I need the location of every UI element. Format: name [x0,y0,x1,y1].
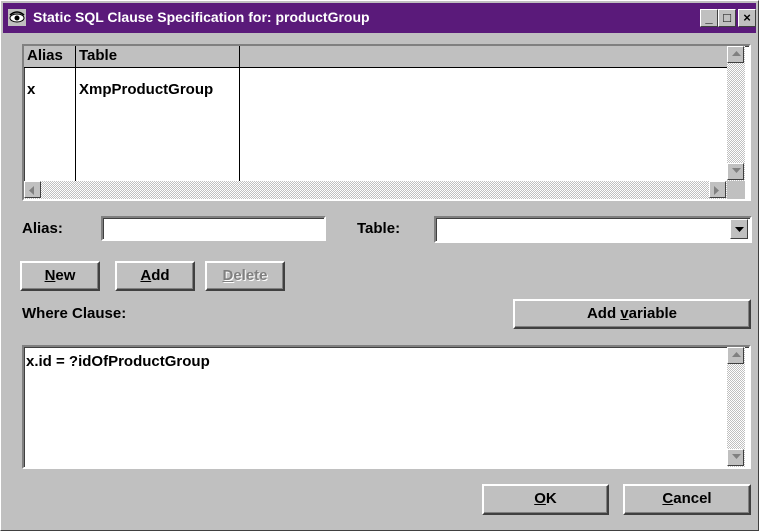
scroll-right-icon[interactable] [709,181,726,198]
table-combobox[interactable] [434,216,752,243]
add-variable-button[interactable]: Add variable [513,299,751,329]
horizontal-scrollbar[interactable] [24,181,727,199]
dialog-window: Static SQL Clause Specification for: pro… [0,0,759,531]
cancel-button[interactable]: Cancel [623,484,751,515]
table-label: Table: [357,220,401,237]
delete-button-accesskey: D [222,267,234,284]
new-button-label-post: ew [55,267,76,284]
alias-table-grid[interactable]: Alias Table x XmpProductGroup [22,44,751,201]
add-variable-label-post: ariable [628,305,678,322]
scroll-up-icon[interactable] [727,46,744,63]
add-variable-label-pre: Add [586,305,621,322]
table-row-alias[interactable]: x [27,81,35,98]
title-bar[interactable]: Static SQL Clause Specification for: pro… [3,3,756,33]
scroll-left-icon[interactable] [24,181,41,198]
scroll-down-icon[interactable] [727,163,744,180]
table-row-table[interactable]: XmpProductGroup [79,81,213,98]
add-button[interactable]: Add [115,261,195,291]
add-variable-accesskey: v [620,305,629,322]
column-header-table[interactable]: Table [76,46,240,68]
where-clause-label: Where Clause: [22,305,127,322]
ok-button-accesskey: O [534,490,546,507]
add-button-label-post: dd [151,267,170,284]
delete-button-label-post: elete [233,267,268,284]
add-button-accesskey: A [140,267,152,284]
where-clause-textarea[interactable]: x.id = ?idOfProductGroup [22,345,751,469]
column-header-alias[interactable]: Alias [24,46,76,68]
delete-button[interactable]: Delete [205,261,285,291]
minimize-button[interactable]: _ [700,9,718,27]
eye-icon [8,9,26,26]
where-vertical-scrollbar[interactable] [727,347,745,467]
ok-button[interactable]: OK [482,484,609,515]
new-button[interactable]: New [20,261,100,291]
column-header-empty [240,46,727,68]
close-button[interactable]: × [738,9,756,27]
where-scroll-up-icon[interactable] [727,347,744,364]
vertical-scrollbar[interactable] [727,46,745,181]
maximize-button[interactable]: □ [718,9,736,27]
dropdown-arrow-icon[interactable] [730,219,748,239]
new-button-accesskey: N [44,267,56,284]
alias-input[interactable] [101,216,326,241]
window-title: Static SQL Clause Specification for: pro… [33,9,370,25]
ok-button-label-post: K [545,490,557,507]
cancel-button-label-post: ancel [673,490,712,507]
cancel-button-accesskey: C [662,490,674,507]
alias-label: Alias: [22,220,63,237]
where-clause-text[interactable]: x.id = ?idOfProductGroup [26,353,210,370]
where-scroll-down-icon[interactable] [727,449,744,466]
scrollbar-corner [727,181,745,199]
